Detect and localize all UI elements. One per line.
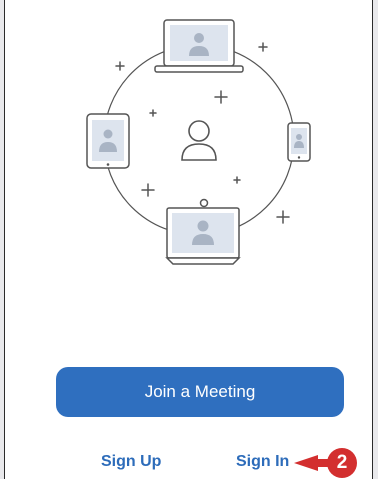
room-display-icon bbox=[165, 198, 241, 265]
phone-icon bbox=[287, 122, 311, 162]
user-icon bbox=[181, 120, 217, 161]
laptop-icon bbox=[154, 19, 244, 73]
devices-illustration bbox=[86, 19, 311, 265]
callout-step-badge: 2 bbox=[327, 448, 357, 478]
sign-in-link[interactable]: Sign In bbox=[236, 452, 289, 472]
join-meeting-button[interactable]: Join a Meeting bbox=[56, 367, 344, 417]
app-screen: Join a Meeting Sign Up Sign In bbox=[4, 0, 373, 479]
sign-up-link[interactable]: Sign Up bbox=[101, 452, 161, 472]
tablet-icon bbox=[86, 113, 130, 169]
